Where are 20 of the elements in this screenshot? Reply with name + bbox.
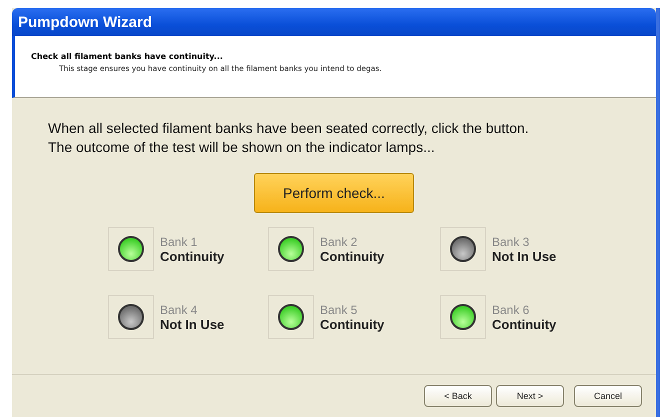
bank-status: Continuity (160, 248, 224, 264)
wizard-button[interactable]: < Back (424, 385, 492, 407)
instruction-text: The outcome of the test will be shown on the indicator lamps... (48, 139, 435, 155)
wizard-button[interactable]: Cancel (574, 385, 642, 407)
bank-name: Bank 4 (160, 302, 198, 316)
wizard-button[interactable]: Next > (496, 385, 564, 407)
bank-name: Bank 3 (492, 234, 530, 248)
bank-name: Bank 5 (320, 302, 358, 316)
perform-check-button[interactable]: Perform check... (254, 173, 414, 213)
bank-status: Continuity (492, 316, 556, 332)
bank-status: Not In Use (492, 248, 556, 264)
bank-name: Bank 6 (492, 302, 530, 316)
bank-status: Continuity (320, 248, 384, 264)
window-title: Pumpdown Wizard (18, 14, 152, 30)
instruction-text: When all selected filament banks have been seated correctly, click the button. (48, 120, 529, 136)
bank-name: Bank 1 (160, 234, 198, 248)
stage-title: Check all filament banks have continuity... (31, 52, 223, 61)
bank-name: Bank 2 (320, 234, 358, 248)
bank-status: Continuity (320, 316, 384, 332)
bank-status: Not In Use (160, 316, 224, 332)
